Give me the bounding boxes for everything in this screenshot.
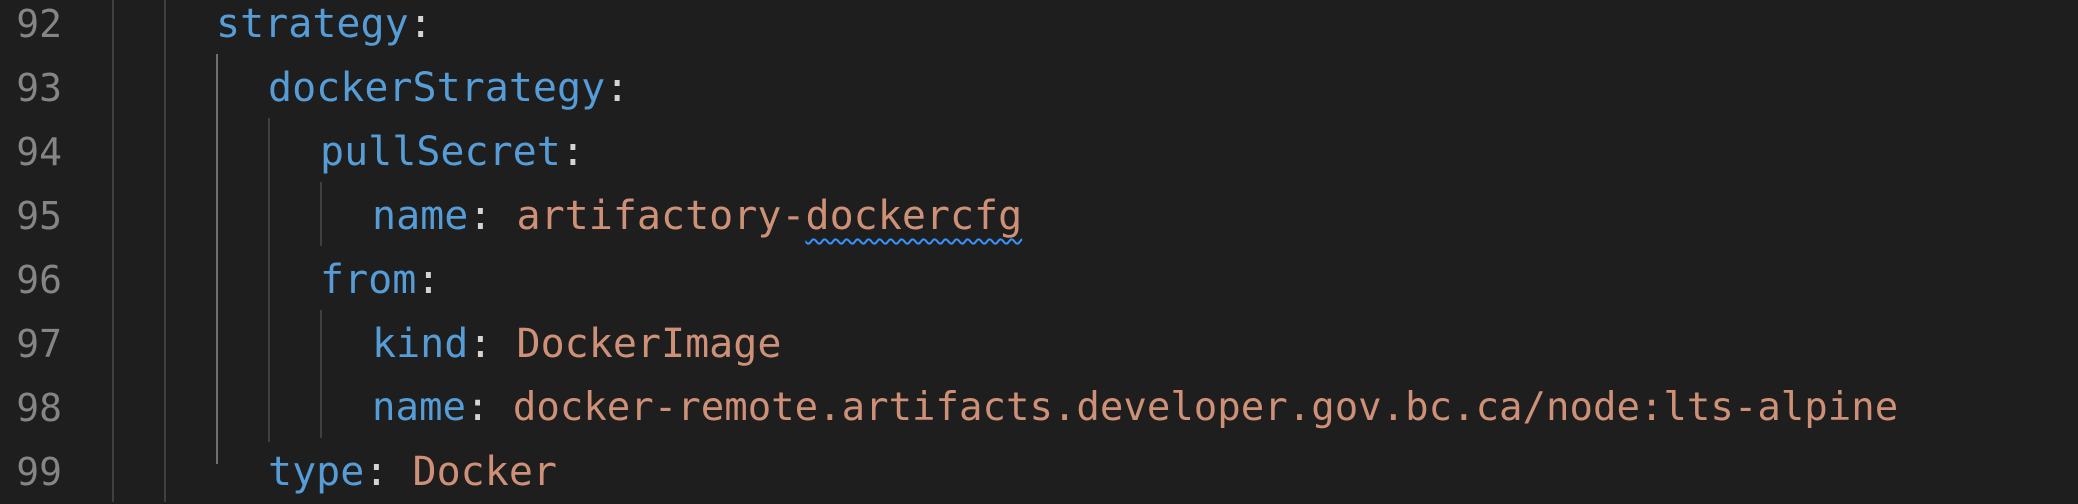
code-editor[interactable]: 92 strategy: 93 dockerStrategy: 94 pullS…: [0, 0, 2078, 502]
yaml-colon: :: [465, 385, 513, 430]
yaml-key: from: [320, 257, 417, 303]
yaml-colon: :: [364, 449, 413, 495]
yaml-colon: :: [408, 1, 433, 47]
yaml-key: pullSecret: [320, 129, 561, 175]
code-line[interactable]: 96 from:: [0, 248, 2078, 312]
yaml-value: docker-remote.artifacts.developer.gov.bc…: [512, 385, 1899, 430]
line-number: 95: [16, 194, 62, 238]
code-line[interactable]: 93 dockerStrategy:: [0, 56, 2078, 120]
yaml-colon: :: [468, 193, 517, 239]
code-text: dockerStrategy:: [268, 56, 629, 120]
code-line[interactable]: 97 kind: DockerImage: [0, 312, 2078, 376]
line-number: 99: [16, 450, 62, 494]
yaml-key: strategy: [216, 1, 409, 47]
yaml-colon: :: [605, 65, 630, 111]
line-number: 92: [16, 2, 62, 46]
yaml-key: type: [268, 449, 365, 495]
code-text: strategy:: [216, 0, 433, 56]
yaml-colon: :: [560, 129, 585, 175]
code-line[interactable]: 98 name: docker-remote.artifacts.develop…: [0, 376, 2078, 440]
code-text: type: Docker: [268, 440, 557, 504]
code-line[interactable]: 99 type: Docker: [0, 440, 2078, 504]
code-line[interactable]: 95 name: artifactory-dockercfg: [0, 184, 2078, 248]
yaml-value: Docker: [412, 449, 558, 495]
code-text: kind: DockerImage: [372, 312, 781, 376]
line-number: 93: [16, 66, 62, 110]
yaml-key: dockerStrategy: [268, 65, 606, 111]
spelling-warning-squiggle[interactable]: dockercfg: [805, 193, 1022, 239]
line-number: 96: [16, 258, 62, 302]
yaml-colon: :: [416, 257, 441, 303]
yaml-key: kind: [372, 321, 469, 367]
code-line[interactable]: 92 strategy:: [0, 0, 2078, 56]
yaml-key: name: [372, 193, 469, 239]
code-line[interactable]: 94 pullSecret:: [0, 120, 2078, 184]
yaml-colon: :: [468, 321, 517, 367]
yaml-key: name: [372, 385, 466, 430]
code-text: name: docker-remote.artifacts.developer.…: [372, 376, 1898, 440]
code-text: pullSecret:: [320, 120, 585, 184]
line-number: 98: [16, 386, 62, 430]
code-text: name: artifactory-dockercfg: [372, 184, 1022, 248]
line-number: 97: [16, 322, 62, 366]
yaml-value: DockerImage: [516, 321, 782, 367]
code-text: from:: [320, 248, 440, 312]
line-number: 94: [16, 130, 62, 174]
yaml-value: artifactory-: [516, 193, 806, 239]
